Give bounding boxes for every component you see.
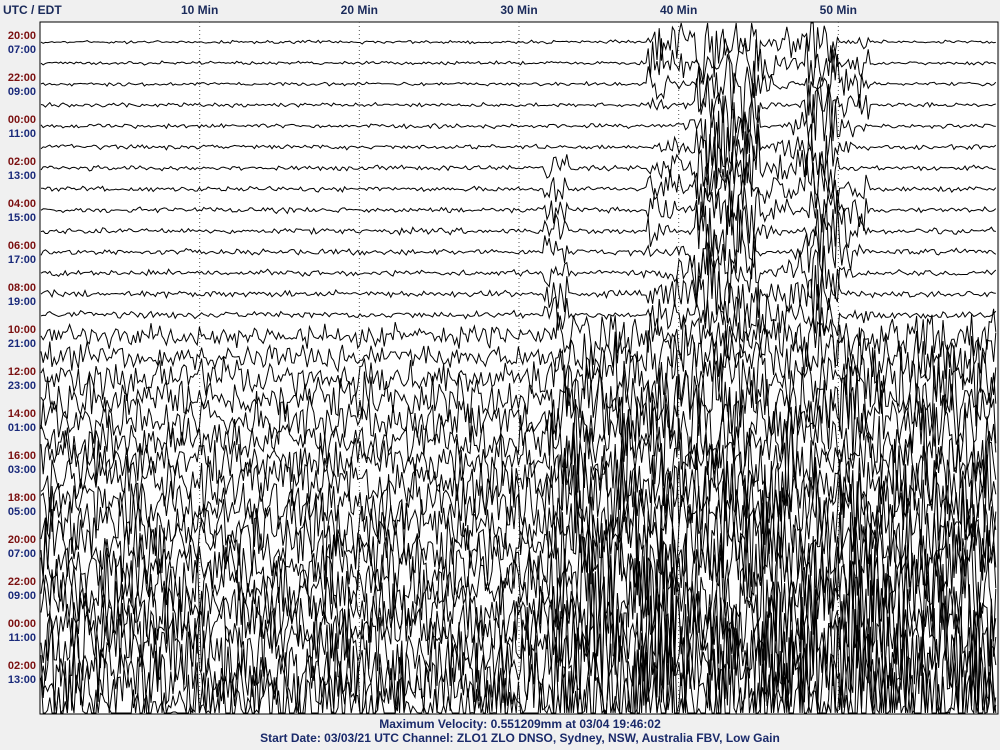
y-label-utc: 10:00: [8, 324, 36, 336]
y-label-edt: 17:00: [8, 254, 36, 266]
y-label-edt: 03:00: [8, 464, 36, 476]
y-label-edt: 13:00: [8, 170, 36, 182]
y-label-edt: 09:00: [8, 590, 36, 602]
max-velocity-caption: Maximum Velocity: 0.551209mm at 03/04 19…: [379, 717, 661, 731]
y-axis-time-labels: 20:00 07:00 22:00 09:00 00:00 11:00 02:00 13:00…: [8, 30, 36, 686]
y-label-edt: 15:00: [8, 212, 36, 224]
y-label-utc: 04:00: [8, 198, 36, 210]
y-label-utc: 00:00: [8, 114, 36, 126]
y-label-utc: 00:00: [8, 618, 36, 630]
y-label-edt: 23:00: [8, 380, 36, 392]
corner-label: UTC / EDT: [3, 3, 62, 17]
y-label-edt: 07:00: [8, 44, 36, 56]
y-label-edt: 19:00: [8, 296, 36, 308]
y-label-edt: 11:00: [8, 128, 36, 140]
y-label-utc: 14:00: [8, 408, 36, 420]
x-tick-50-min: 50 Min: [820, 3, 857, 17]
start-date-channel-caption: Start Date: 03/03/21 UTC Channel: ZLO1 Z…: [260, 731, 780, 745]
y-label-utc: 02:00: [8, 156, 36, 168]
y-label-utc: 20:00: [8, 30, 36, 42]
y-label-edt: 21:00: [8, 338, 36, 350]
x-axis-ticks: 10 Min 20 Min 30 Min 40 Min 50 Min: [181, 3, 857, 17]
y-label-utc: 22:00: [8, 576, 36, 588]
y-label-edt: 09:00: [8, 86, 36, 98]
y-label-utc: 12:00: [8, 366, 36, 378]
y-label-utc: 20:00: [8, 534, 36, 546]
y-label-edt: 01:00: [8, 422, 36, 434]
y-label-utc: 02:00: [8, 660, 36, 672]
y-label-edt: 05:00: [8, 506, 36, 518]
y-label-utc: 18:00: [8, 492, 36, 504]
y-label-utc: 08:00: [8, 282, 36, 294]
y-label-edt: 11:00: [8, 632, 36, 644]
x-tick-20-min: 20 Min: [341, 3, 378, 17]
y-label-utc: 16:00: [8, 450, 36, 462]
y-label-utc: 06:00: [8, 240, 36, 252]
helicorder-chart: 10 Min 20 Min 30 Min 40 Min 50 Min 20:00 07:0…: [0, 0, 1000, 750]
y-label-utc: 22:00: [8, 72, 36, 84]
x-tick-10-min: 10 Min: [181, 3, 218, 17]
y-label-edt: 13:00: [8, 674, 36, 686]
seismogram-plot: 10 Min 20 Min 30 Min 40 Min 50 Min 20:00 07:0…: [3, 3, 999, 715]
x-tick-40-min: 40 Min: [660, 3, 697, 17]
x-tick-30-min: 30 Min: [500, 3, 537, 17]
y-label-edt: 07:00: [8, 548, 36, 560]
